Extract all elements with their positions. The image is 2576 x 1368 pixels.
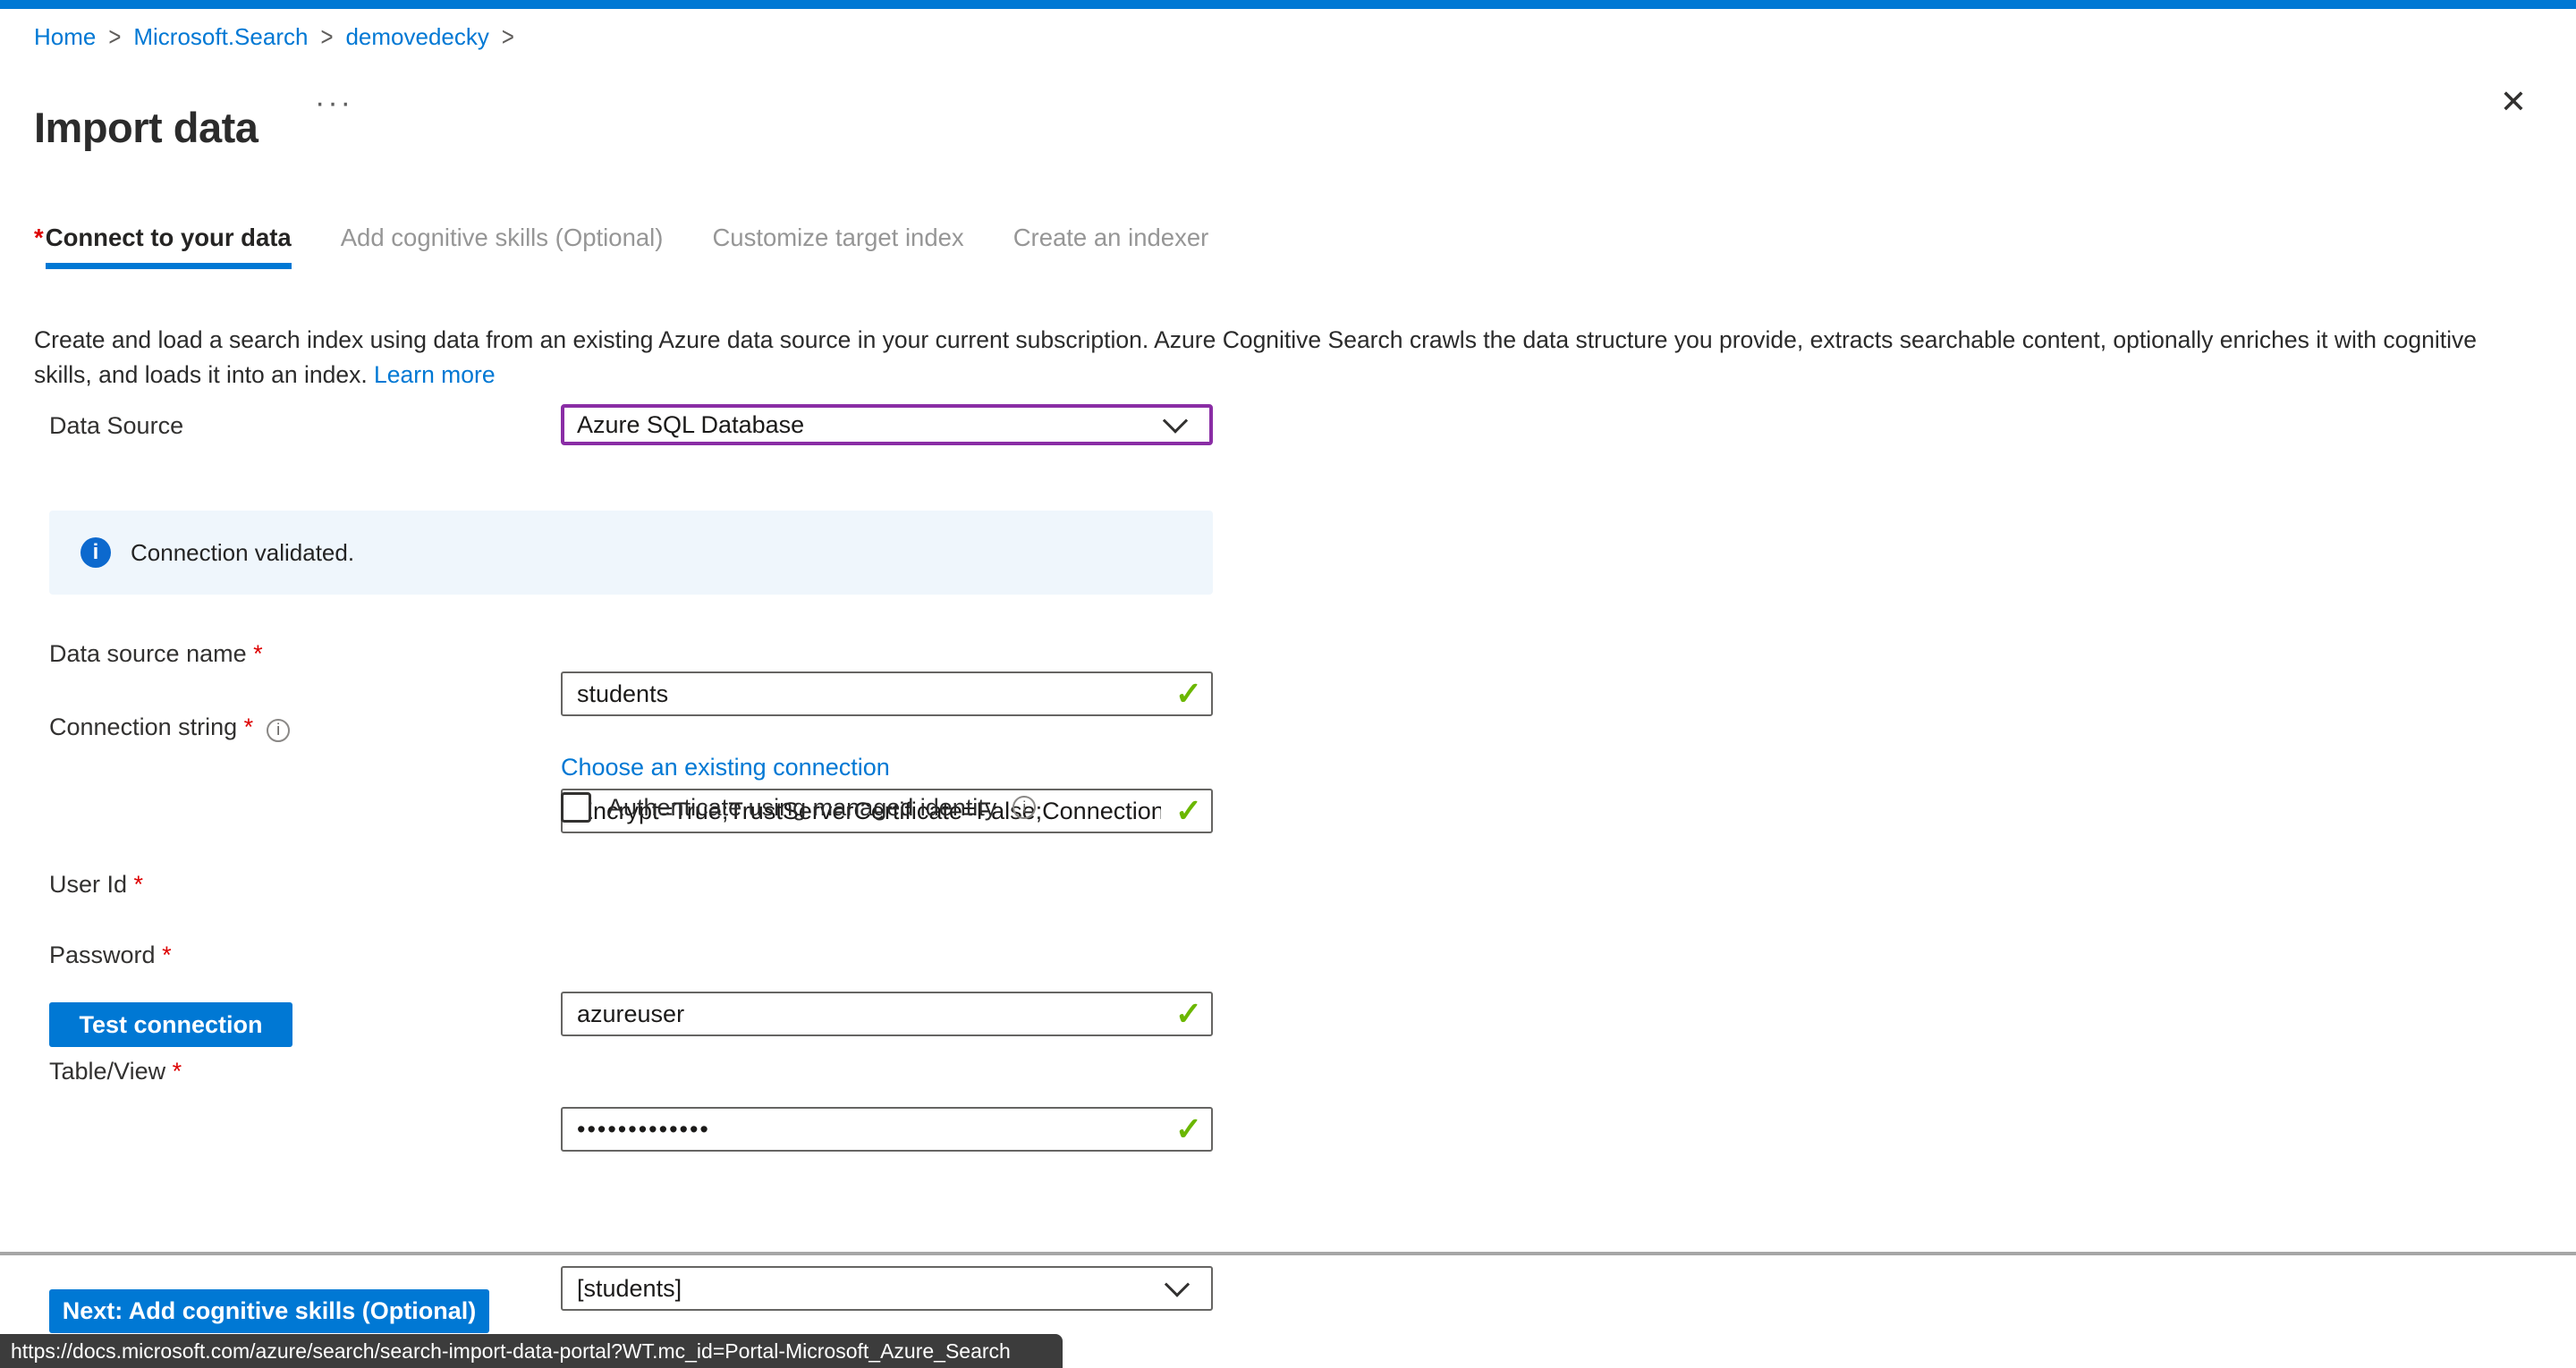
valid-check-icon: ✓ (1175, 995, 1202, 1033)
label-text: Data source name (49, 640, 247, 667)
tab-customize-target-index[interactable]: Customize target index (712, 224, 963, 252)
valid-check-icon: ✓ (1175, 675, 1202, 713)
status-url: https://docs.microsoft.com/azure/search/… (11, 1339, 1011, 1364)
breadcrumb-separator-icon: > (320, 21, 333, 53)
input-value: students (577, 680, 668, 708)
data-source-dropdown[interactable]: Azure SQL Database (561, 404, 1213, 445)
page-title: Import data (34, 103, 258, 152)
tab-label: Customize target index (712, 224, 963, 251)
info-tooltip-icon[interactable]: i (1013, 796, 1036, 819)
required-asterisk: * (253, 640, 263, 667)
breadcrumb-demovedecky[interactable]: demovedecky (345, 23, 488, 51)
valid-check-icon: ✓ (1175, 1110, 1202, 1148)
tab-connect-to-your-data[interactable]: *Connect to your data (34, 224, 292, 252)
info-icon: i (80, 537, 111, 568)
label-text: Connection string (49, 714, 237, 740)
chevron-down-icon (1165, 1271, 1190, 1296)
required-asterisk: * (244, 714, 254, 740)
managed-identity-row: Authenticate using managed identity i (561, 792, 1036, 823)
link-status-bar: https://docs.microsoft.com/azure/search/… (0, 1334, 1063, 1368)
info-tooltip-icon[interactable]: i (267, 719, 290, 742)
learn-more-link[interactable]: Learn more (374, 361, 496, 388)
table-view-label: Table/View * (49, 1058, 182, 1085)
label-text: User Id (49, 871, 127, 898)
chevron-down-icon (1163, 408, 1188, 433)
password-label: Password * (49, 942, 172, 969)
data-source-label: Data Source (49, 412, 183, 440)
portal-top-accent-bar (0, 0, 2576, 9)
page-description: Create and load a search index using dat… (34, 323, 2540, 393)
breadcrumb: Home > Microsoft.Search > demovedecky > (34, 23, 514, 51)
required-asterisk: * (34, 224, 44, 251)
managed-identity-checkbox[interactable] (561, 792, 591, 823)
checkbox-label: Authenticate using managed identity (607, 794, 996, 822)
connection-validated-banner: i Connection validated. (49, 511, 1213, 595)
next-add-cognitive-skills-button[interactable]: Next: Add cognitive skills (Optional) (49, 1289, 489, 1333)
import-data-page: Home > Microsoft.Search > demovedecky > … (0, 0, 2576, 1368)
valid-check-icon: ✓ (1175, 792, 1202, 830)
table-view-dropdown[interactable]: [students] (561, 1266, 1213, 1311)
banner-text: Connection validated. (131, 539, 354, 567)
dropdown-value: [students] (577, 1275, 682, 1303)
input-value: ••••••••••••• (577, 1116, 710, 1144)
choose-existing-connection-link[interactable]: Choose an existing connection (561, 754, 890, 781)
required-asterisk: * (173, 1058, 182, 1085)
tab-label: Create an indexer (1013, 224, 1209, 251)
more-actions-icon[interactable]: ··· (315, 86, 353, 121)
data-source-value: Azure SQL Database (577, 411, 804, 439)
user-id-label: User Id * (49, 871, 143, 899)
close-icon[interactable]: ✕ (2492, 80, 2535, 123)
label-text: Password (49, 942, 156, 968)
breadcrumb-separator-icon: > (502, 21, 514, 53)
test-connection-button[interactable]: Test connection (49, 1002, 292, 1047)
input-value: azureuser (577, 1001, 684, 1028)
tab-add-cognitive-skills[interactable]: Add cognitive skills (Optional) (341, 224, 664, 252)
user-id-input[interactable]: azureuser ✓ (561, 992, 1213, 1036)
footer-divider (0, 1252, 2576, 1255)
label-text: Table/View (49, 1058, 165, 1085)
required-asterisk: * (162, 942, 172, 968)
required-asterisk: * (134, 871, 144, 898)
data-source-name-label: Data source name * (49, 640, 263, 668)
tab-label: Add cognitive skills (Optional) (341, 224, 664, 251)
wizard-tabs: *Connect to your data Add cognitive skil… (34, 224, 1208, 252)
password-input[interactable]: ••••••••••••• ✓ (561, 1107, 1213, 1152)
breadcrumb-microsoft-search[interactable]: Microsoft.Search (133, 23, 308, 51)
connection-string-label: Connection string * i (49, 714, 290, 742)
tab-create-an-indexer[interactable]: Create an indexer (1013, 224, 1209, 252)
breadcrumb-home[interactable]: Home (34, 23, 96, 51)
breadcrumb-separator-icon: > (108, 21, 121, 53)
tab-label: Connect to your data (46, 224, 292, 252)
data-source-name-input[interactable]: students ✓ (561, 671, 1213, 716)
